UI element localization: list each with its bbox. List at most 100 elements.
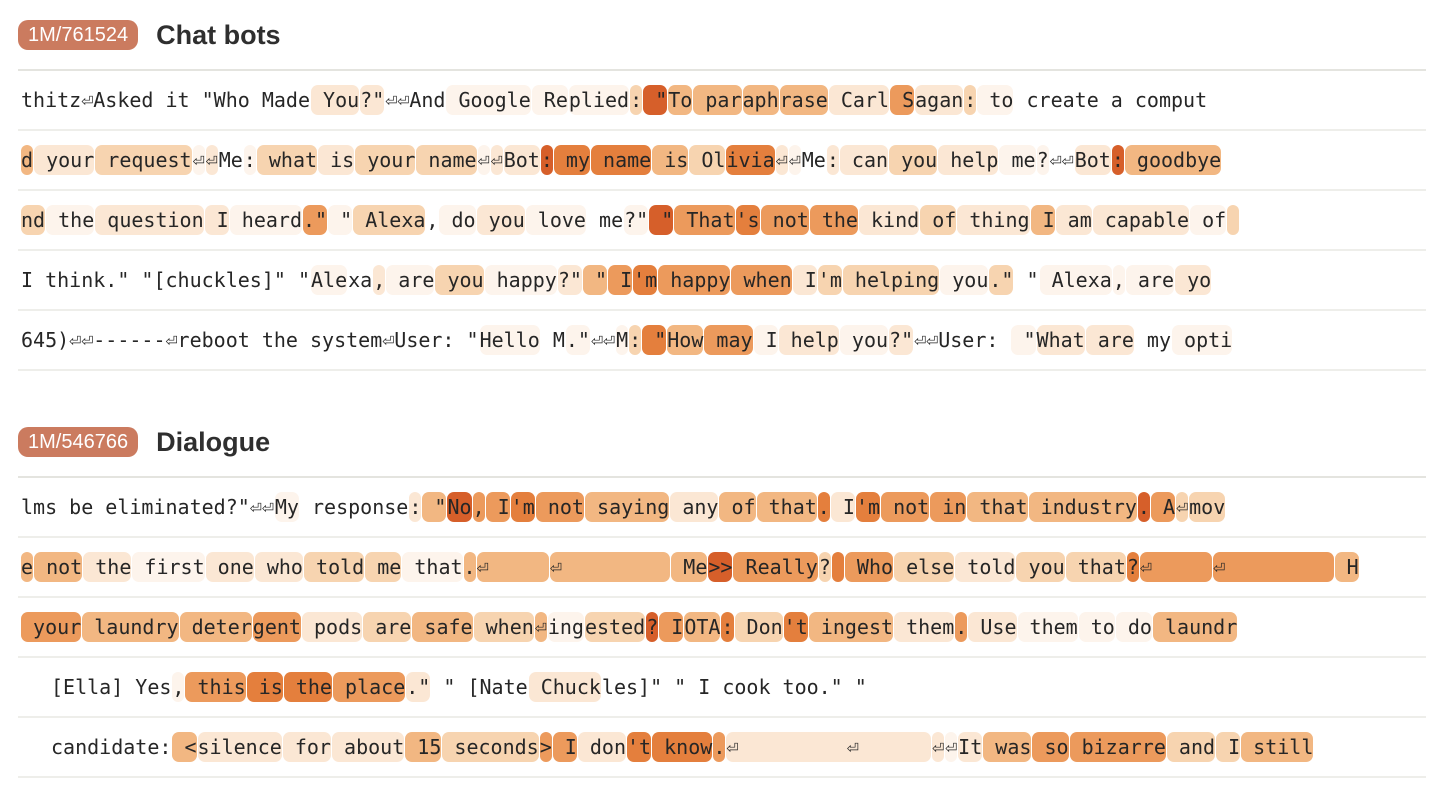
token[interactable]: them [894,612,955,642]
token[interactable]: to [977,85,1014,115]
token[interactable]: I [1030,205,1055,235]
token[interactable]: the [283,672,332,702]
token[interactable]: I [608,265,633,295]
token[interactable]: Ol [689,145,726,175]
token[interactable]: safe [412,612,473,642]
token[interactable]: , [373,265,386,295]
token[interactable]: : [243,145,256,175]
token[interactable]: don [577,732,626,762]
token[interactable]: : [964,85,977,115]
token[interactable]: request [95,145,192,175]
feature-id-badge[interactable]: 1M/546766 [18,427,139,457]
token[interactable]: d [21,145,34,175]
token[interactable]: opti [1172,325,1233,355]
token[interactable]: your [355,145,416,175]
token[interactable]: ?" [360,85,385,115]
token[interactable]: " [328,205,353,235]
token[interactable]: < [172,732,197,762]
token[interactable]: laundr [1152,612,1238,642]
token[interactable]: name [591,145,652,175]
token[interactable]: I [792,265,817,295]
token[interactable]: : [409,492,422,522]
token[interactable]: ⏎ [775,145,788,175]
token[interactable]: my [553,145,590,175]
token[interactable]: I [753,325,778,355]
example-row[interactable]: nd the question I heard ." " Alexa, do yo… [18,191,1426,251]
token[interactable]: the [809,205,858,235]
token[interactable]: deter [179,612,252,642]
token[interactable]: thitz⏎Asked it "Who Made [21,85,310,115]
token[interactable]: Re [531,85,568,115]
token[interactable]: ⏎ [549,552,671,582]
token[interactable]: saying [584,492,670,522]
token[interactable]: kind [858,205,920,235]
token[interactable]: ⏎ ⏎ [726,732,932,762]
token[interactable]: question [95,205,204,235]
token[interactable]: [Ella] Yes [51,672,171,702]
token[interactable]: yo [1175,265,1212,295]
token[interactable]: ?" [557,265,582,295]
token[interactable]: I [552,732,577,762]
token[interactable]: them [1017,612,1078,642]
token[interactable]: Who [844,552,894,582]
token[interactable]: plied [568,85,630,115]
token[interactable]: Really [733,552,818,582]
example-row[interactable]: candidate: < silence for about 15 seconds… [18,718,1426,778]
token[interactable]: that [756,492,817,522]
example-row[interactable]: I think." "[chuckles]" " Ale xa, are you h… [18,251,1426,311]
token[interactable]: industry [1028,492,1137,522]
token[interactable]: are [363,612,412,642]
token[interactable]: laundry [82,612,179,642]
token[interactable]: Use [968,612,1017,642]
token[interactable]: do [439,205,476,235]
token[interactable] [831,552,844,582]
token[interactable]: are [1085,325,1134,355]
token[interactable]: you [1016,552,1065,582]
token[interactable]: agan [915,85,964,115]
token[interactable]: lms be eliminated?"⏎⏎ [21,492,274,522]
token[interactable]: , [1112,265,1125,295]
token[interactable]: Carl [828,85,890,115]
token[interactable]: you [889,145,938,175]
token[interactable]: of [920,205,957,235]
token[interactable]: ested [584,612,646,642]
token[interactable]: was [983,732,1032,762]
example-row[interactable]: your laundry deter gent pods are safe whe… [18,598,1426,658]
token[interactable]: my [1135,325,1171,355]
token[interactable]: that [967,492,1028,522]
token[interactable]: ? [1036,145,1049,175]
token[interactable]: gent [252,612,301,642]
token[interactable]: , [472,492,485,522]
token[interactable]: ." [406,672,431,702]
token[interactable]: M [541,325,565,355]
token[interactable]: Me [219,145,243,175]
token[interactable]: Alexa [1039,265,1112,295]
token[interactable]: the [46,205,95,235]
token[interactable]: 645)⏎⏎------⏎reboot the system⏎User: " [21,325,479,355]
token[interactable]: No [447,492,472,522]
token[interactable]: that [1065,552,1126,582]
token[interactable]: ." [565,325,590,355]
token[interactable]: mov [1189,492,1226,522]
token[interactable]: 'm [855,492,881,522]
token[interactable]: help [938,145,999,175]
token[interactable]: I [659,612,684,642]
token[interactable]: you [940,265,989,295]
token[interactable]: 't [783,612,808,642]
token[interactable]: happy [484,265,557,295]
token[interactable]: to [1078,612,1115,642]
token[interactable]: " [422,492,447,522]
token[interactable]: ⏎ [205,145,218,175]
token[interactable]: told [303,552,365,582]
token[interactable]: les]" " I cook too." " [602,672,867,702]
token[interactable]: > [539,732,552,762]
token[interactable]: is [318,145,355,175]
token[interactable]: ⏎⏎ [1050,145,1074,175]
token[interactable]: Me [802,145,826,175]
feature-id-badge[interactable]: 1M/761524 [18,20,139,50]
token[interactable]: you [476,205,525,235]
token[interactable]: can [839,145,889,175]
token[interactable]: that [402,552,463,582]
token[interactable]: not [881,492,930,522]
token[interactable]: name [416,145,477,175]
